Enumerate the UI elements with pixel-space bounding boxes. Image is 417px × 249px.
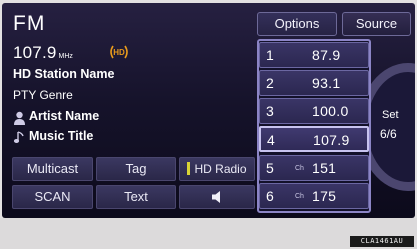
speaker-icon: [212, 191, 220, 203]
preset-number: 1: [266, 47, 274, 63]
station-name: HD Station Name: [13, 67, 115, 81]
preset-number: 4: [267, 132, 275, 148]
frequency-value: 107.9: [13, 43, 57, 62]
preset-value: 175: [312, 188, 337, 204]
person-icon: [14, 111, 25, 125]
preset-number: 3: [266, 103, 274, 119]
figure-code: CLA1461AU: [350, 236, 414, 247]
preset-button-4[interactable]: 4 107.9: [259, 126, 369, 152]
hd-radio-button[interactable]: HD Radio: [179, 157, 255, 181]
audio-screen: FM 107.9 MHz HD HD Station Name PTY Genr…: [2, 3, 415, 218]
preset-button-1[interactable]: 1 87.9: [259, 42, 369, 68]
preset-button-2[interactable]: 2 93.1: [259, 70, 369, 96]
music-note-icon: [13, 131, 24, 143]
preset-button-6[interactable]: 6 Ch 175: [259, 183, 369, 209]
hd-radio-label: HD Radio: [194, 162, 247, 176]
page-margin: CLA1461AU: [0, 218, 417, 249]
preset-value: 87.9: [312, 47, 341, 63]
frequency-display: 107.9 MHz: [13, 43, 73, 63]
preset-button-3[interactable]: 3 100.0: [259, 98, 369, 124]
set-count: 6/6: [380, 127, 397, 141]
svg-text:HD: HD: [113, 48, 125, 57]
pty-genre: PTY Genre: [13, 88, 73, 102]
scan-button[interactable]: SCAN: [12, 185, 93, 209]
options-button[interactable]: Options: [257, 12, 337, 36]
text-button[interactable]: Text: [96, 185, 176, 209]
set-label: Set: [382, 109, 399, 121]
preset-number: 2: [266, 75, 274, 91]
music-title: Music Title: [29, 129, 94, 143]
frequency-unit: MHz: [58, 53, 73, 60]
preset-channel-prefix: Ch: [295, 165, 304, 172]
multicast-button[interactable]: Multicast: [12, 157, 93, 181]
preset-number: 6: [266, 188, 274, 204]
preset-button-5[interactable]: 5 Ch 151: [259, 155, 369, 181]
preset-number: 5: [266, 160, 274, 176]
hd-signal-icon: HD: [110, 45, 128, 59]
hd-radio-indicator: [187, 162, 191, 175]
preset-channel-prefix: Ch: [295, 193, 304, 200]
source-button[interactable]: Source: [342, 12, 411, 36]
band-label: FM: [13, 12, 46, 35]
preset-value: 107.9: [313, 132, 350, 148]
preset-value: 93.1: [312, 75, 341, 91]
artist-name: Artist Name: [29, 109, 100, 123]
preset-value: 100.0: [312, 103, 349, 119]
preset-value: 151: [312, 160, 337, 176]
speaker-button[interactable]: [179, 185, 255, 209]
tag-button[interactable]: Tag: [96, 157, 176, 181]
